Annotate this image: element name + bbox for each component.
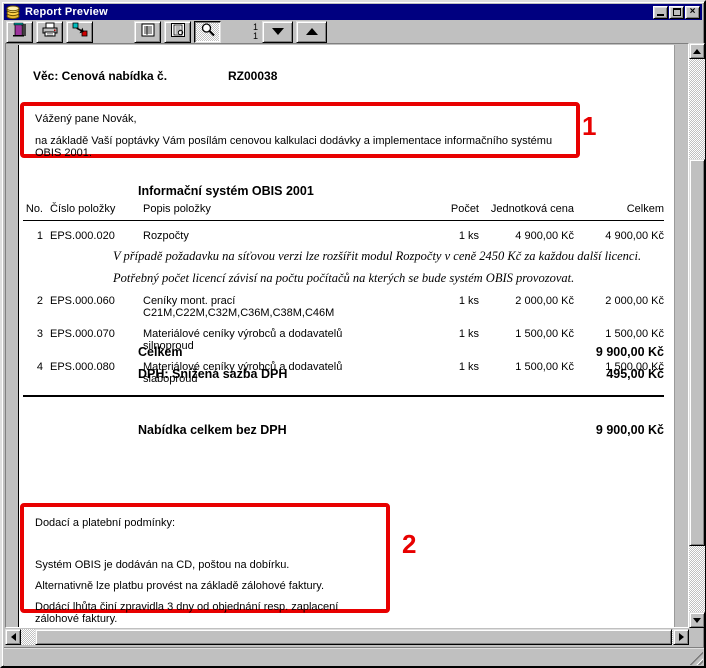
table-bottom-rule	[23, 395, 664, 397]
annotation-box-2: Dodací a platební podmínky: Systém OBIS …	[20, 503, 390, 613]
terms-line: Systém OBIS je dodáván na CD, poštou na …	[35, 559, 375, 571]
exit-button[interactable]	[6, 21, 33, 43]
scroll-right-icon	[679, 633, 684, 641]
horizontal-scrollbar[interactable]	[5, 629, 689, 645]
magnifier-icon	[200, 22, 216, 41]
table-row: 1 EPS.000.020 Rozpočty 1 ks 4 900,00 Kč …	[23, 230, 664, 242]
report-preview-window: Report Preview ×	[0, 0, 706, 668]
table-title: Informační systém OBIS 2001	[138, 184, 314, 198]
arrow-up-icon	[306, 28, 318, 35]
cell-unit: 2 000,00 Kč	[479, 295, 574, 319]
toolbar: 1 1	[4, 20, 702, 43]
total-label: Nabídka celkem bez DPH	[138, 423, 287, 437]
vertical-scroll-thumb[interactable]	[689, 159, 705, 546]
coins-icon	[6, 5, 22, 19]
document-page: Věc: Cenová nabídka č. RZ00038 Vážený pa…	[18, 45, 675, 628]
window-title: Report Preview	[25, 6, 653, 18]
cell-total: 4 900,00 Kč	[574, 230, 664, 242]
quote-number: RZ00038	[228, 69, 277, 83]
scroll-down-icon	[693, 618, 701, 623]
minimize-button[interactable]	[653, 6, 668, 19]
maximize-icon	[673, 8, 681, 16]
table-row: 2 EPS.000.060 Ceníky mont. prací C21M,C2…	[23, 295, 664, 319]
annotation-box-1: Vážený pane Novák, na základě Vaší poptá…	[20, 102, 580, 158]
table-header-row: No. Číslo položky Popis položky Počet Je…	[23, 203, 664, 221]
export-button[interactable]	[66, 21, 93, 43]
scroll-left-button[interactable]	[5, 629, 21, 645]
scroll-up-button[interactable]	[689, 43, 705, 59]
cell-desc: Ceníky mont. prací C21M,C22M,C32M,C36M,C…	[131, 295, 394, 319]
annotation-number-1: 1	[582, 113, 596, 139]
total-value: 9 900,00 Kč	[596, 423, 664, 437]
maximize-button[interactable]	[669, 6, 684, 19]
header-total: Celkem	[574, 203, 664, 215]
total-label: DPH: Snížená sazba DPH	[138, 367, 287, 381]
resize-grip-icon[interactable]	[689, 651, 703, 665]
report-grid-icon	[140, 22, 156, 41]
status-bar	[4, 647, 704, 666]
zoom-button[interactable]	[194, 21, 221, 43]
header-no: No.	[23, 203, 43, 215]
arrow-down-icon	[272, 28, 284, 35]
total-value: 495,00 Kč	[606, 367, 664, 381]
total-value: 9 900,00 Kč	[596, 345, 664, 359]
close-icon: ×	[690, 7, 696, 17]
exit-door-icon	[11, 22, 29, 41]
annotation-number-2: 2	[402, 531, 416, 557]
greeting-line: Vážený pane Novák,	[35, 113, 565, 125]
header-unit: Jednotková cena	[479, 203, 574, 215]
scroll-up-icon	[693, 49, 701, 54]
page-preview-button[interactable]	[164, 21, 191, 43]
cell-qty: 1 ks	[394, 230, 479, 242]
printer-icon	[41, 22, 59, 41]
next-page-button[interactable]	[262, 21, 293, 43]
scroll-right-button[interactable]	[673, 629, 689, 645]
export-icon	[71, 22, 89, 41]
total-label: Celkem	[138, 345, 182, 359]
cell-code: EPS.000.060	[43, 295, 131, 319]
scroll-left-icon	[11, 633, 16, 641]
horizontal-scroll-thumb[interactable]	[35, 629, 672, 645]
page-indicator: 1 1	[236, 23, 262, 41]
cell-desc: Rozpočty	[131, 230, 394, 242]
vertical-scrollbar[interactable]	[689, 43, 705, 628]
totals-section: Celkem 9 900,00 Kč DPH: Snížená sazba DP…	[23, 345, 664, 381]
cell-code: EPS.000.020	[43, 230, 131, 242]
header-code: Číslo položky	[43, 203, 131, 215]
cell-unit: 4 900,00 Kč	[479, 230, 574, 242]
terms-heading: Dodací a platební podmínky:	[35, 517, 375, 529]
grand-total-section: Nabídka celkem bez DPH 9 900,00 Kč	[23, 423, 664, 437]
titlebar[interactable]: Report Preview ×	[4, 4, 702, 20]
cell-no: 1	[23, 230, 43, 242]
greeting-line: na základě Vaší poptávky Vám posílám cen…	[35, 135, 565, 159]
prev-page-button[interactable]	[296, 21, 327, 43]
page-layout-button[interactable]	[134, 21, 161, 43]
total-row-celkem: Celkem 9 900,00 Kč	[23, 345, 664, 359]
cell-qty: 1 ks	[394, 295, 479, 319]
horizontal-scroll-track[interactable]	[21, 629, 673, 645]
close-button[interactable]: ×	[685, 6, 700, 19]
subject-line: Věc: Cenová nabídka č. RZ00038	[33, 69, 167, 83]
terms-line: Alternativně lze platbu provést na zákla…	[35, 580, 375, 592]
subject-label: Věc: Cenová nabídka č.	[33, 69, 167, 83]
cell-total: 2 000,00 Kč	[574, 295, 664, 319]
terms-line: Dodácí lhůta činí zpravidla 3 dny od obj…	[35, 601, 375, 625]
cell-no: 2	[23, 295, 43, 319]
table-note: Potřebný počet licencí závisí na počtu p…	[113, 271, 664, 286]
total-row-grand: Nabídka celkem bez DPH 9 900,00 Kč	[23, 423, 664, 437]
scroll-down-button[interactable]	[689, 612, 705, 628]
print-button[interactable]	[36, 21, 63, 43]
preview-viewport: Věc: Cenová nabídka č. RZ00038 Vážený pa…	[5, 43, 689, 628]
vertical-scroll-track[interactable]	[689, 59, 705, 612]
header-qty: Počet	[394, 203, 479, 215]
total-row-dph: DPH: Snížená sazba DPH 495,00 Kč	[23, 367, 664, 381]
header-desc: Popis položky	[131, 203, 394, 215]
page-preview-icon	[170, 22, 186, 41]
page-total: 1	[253, 32, 258, 41]
minimize-icon	[657, 14, 664, 16]
table-note: V případě požadavku na síťovou verzi lze…	[113, 249, 664, 264]
